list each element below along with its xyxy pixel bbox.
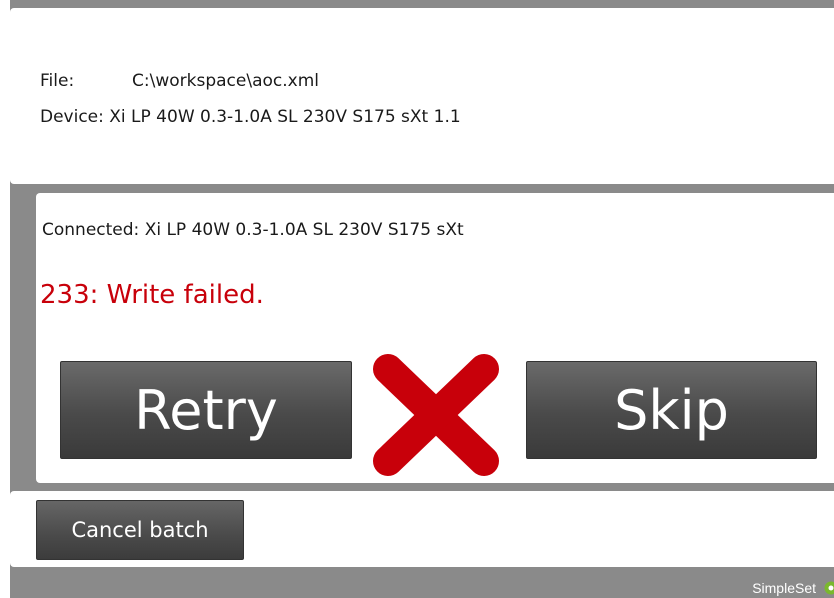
- file-line: File: C:\workspace\aoc.xml: [40, 71, 319, 91]
- footer-brand: SimpleSet: [752, 578, 834, 598]
- retry-button[interactable]: Retry: [60, 361, 352, 459]
- error-message: 233: Write failed.: [40, 280, 264, 310]
- red-x-icon: [373, 354, 499, 476]
- file-value: C:\workspace\aoc.xml: [132, 71, 319, 91]
- device-line: Device: Xi LP 40W 0.3-1.0A SL 230V S175 …: [40, 107, 461, 127]
- device-value: Xi LP 40W 0.3-1.0A SL 230V S175 sXt 1.1: [109, 107, 461, 127]
- window-left-edge: [0, 0, 10, 598]
- green-circle-icon: [824, 581, 834, 595]
- file-label: File:: [40, 71, 75, 91]
- device-label: Device:: [40, 107, 104, 127]
- skip-button[interactable]: Skip: [526, 361, 817, 459]
- action-panel: Cancel batch: [10, 491, 834, 567]
- connected-label: Connected:: [42, 220, 140, 240]
- brand-label: SimpleSet: [752, 580, 816, 596]
- connected-value: Xi LP 40W 0.3-1.0A SL 230V S175 sXt: [144, 220, 464, 240]
- connected-line: Connected: Xi LP 40W 0.3-1.0A SL 230V S1…: [42, 220, 464, 240]
- cancel-batch-button[interactable]: Cancel batch: [36, 500, 244, 560]
- info-panel: File: C:\workspace\aoc.xml Device: Xi LP …: [10, 8, 834, 184]
- status-panel: Connected: Xi LP 40W 0.3-1.0A SL 230V S1…: [36, 193, 834, 483]
